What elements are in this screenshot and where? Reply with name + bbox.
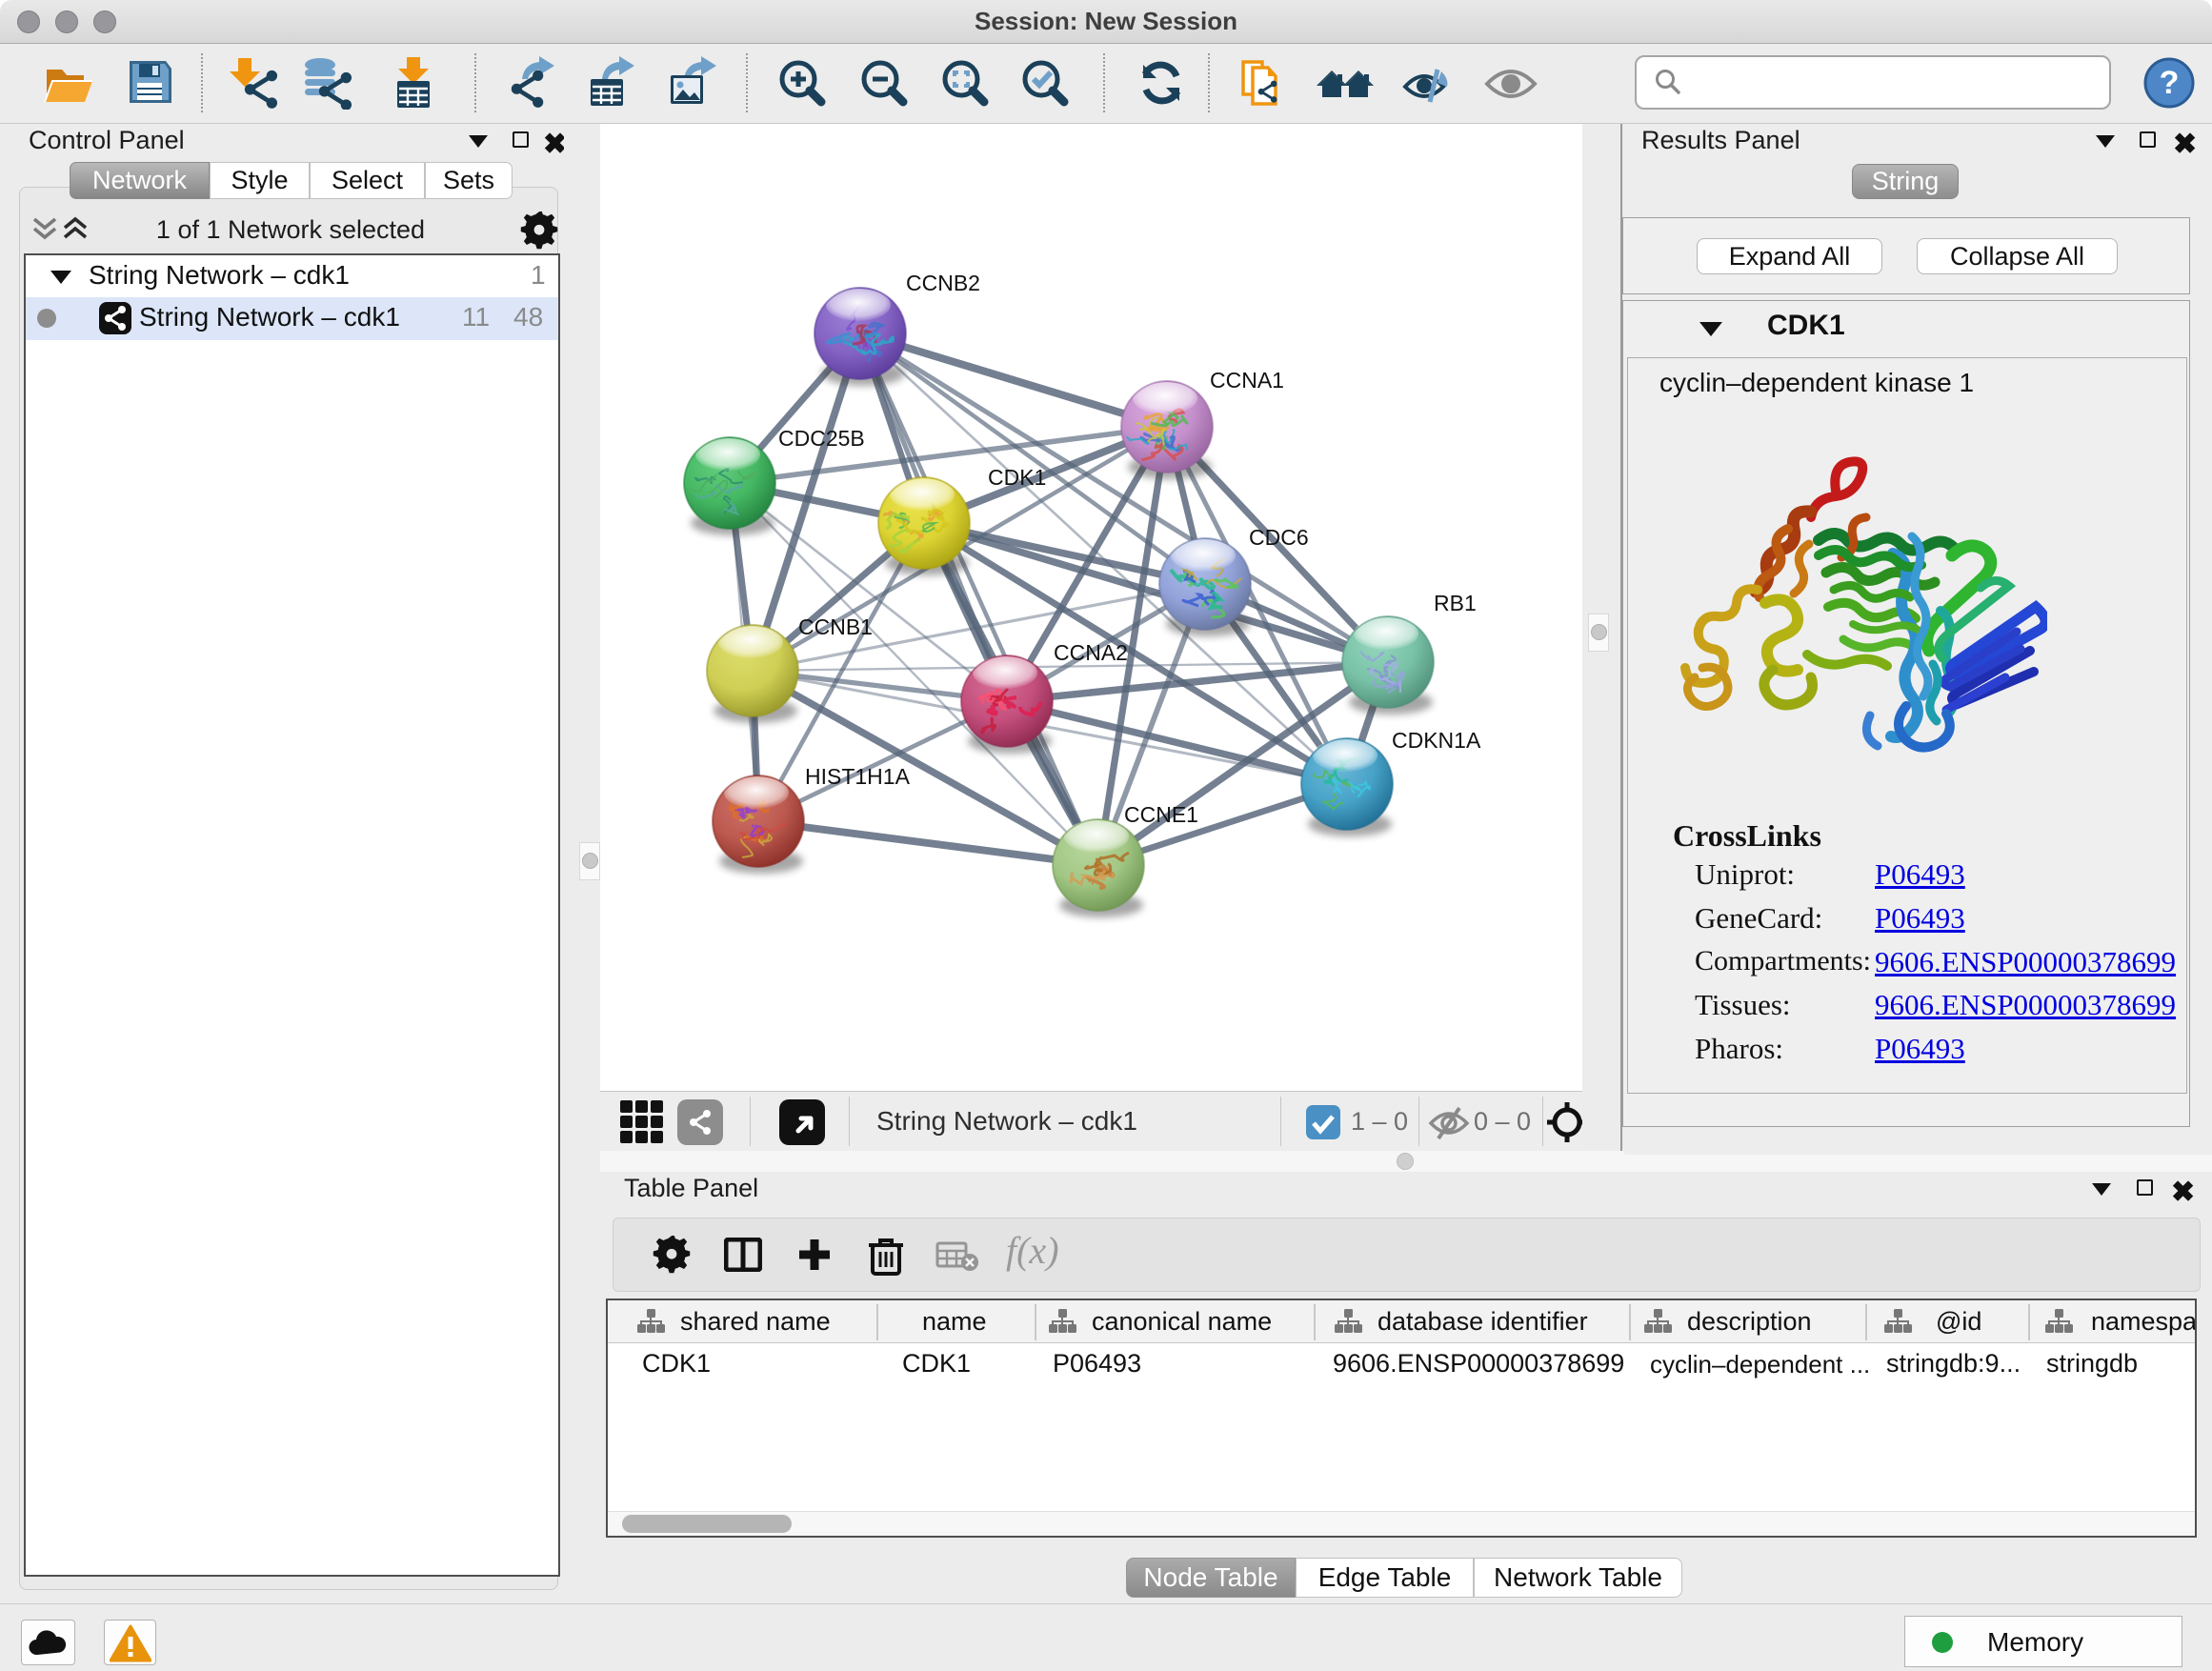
svg-text:CCNB1: CCNB1 (798, 614, 873, 639)
svg-text:HIST1H1A: HIST1H1A (805, 764, 911, 789)
svg-text:CDKN1A: CDKN1A (1392, 728, 1481, 753)
svg-text:CCNE1: CCNE1 (1124, 802, 1198, 827)
svg-text:CCNA2: CCNA2 (1054, 640, 1128, 665)
svg-text:CDC25B: CDC25B (778, 426, 865, 451)
svg-text:CCNB2: CCNB2 (906, 271, 980, 295)
svg-text:CDK1: CDK1 (988, 465, 1046, 490)
svg-text:CDC6: CDC6 (1249, 525, 1309, 550)
svg-text:CCNA1: CCNA1 (1210, 368, 1284, 393)
svg-text:?: ? (2160, 65, 2180, 101)
svg-text:RB1: RB1 (1434, 591, 1477, 615)
